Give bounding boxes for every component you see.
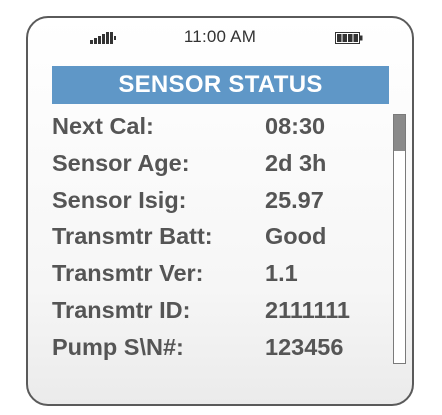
- status-row-value: 08:30: [265, 113, 326, 139]
- status-row-sensor-isig: Sensor Isig: 25.97: [52, 184, 382, 221]
- status-row-label: Transmtr Ver:: [52, 260, 204, 287]
- screen-title: SENSOR STATUS: [52, 66, 389, 104]
- status-row-transmitter-version: Transmtr Ver: 1.1: [52, 257, 382, 294]
- battery-full-icon: [335, 32, 363, 44]
- status-row-label: Transmtr ID:: [52, 296, 191, 323]
- scrollbar-thumb[interactable]: [394, 115, 405, 151]
- status-row-label: Sensor Isig:: [52, 186, 187, 213]
- status-row-value: Good: [265, 223, 327, 250]
- status-row-value: 2d 3h: [265, 149, 327, 176]
- status-row-sensor-age: Sensor Age: 2d 3h: [52, 147, 382, 184]
- status-row-label: Pump S\N#:: [52, 333, 184, 360]
- status-row-label: Sensor Age:: [52, 149, 190, 176]
- status-row-value: 1.1: [265, 260, 298, 287]
- status-row-value: 25.97: [265, 186, 324, 213]
- status-bar: 11:00 AM: [28, 26, 412, 50]
- status-list: Next Cal: 08:30 Sensor Age: 2d 3h Sensor…: [52, 110, 382, 368]
- status-row-transmitter-battery: Transmtr Batt: Good: [52, 220, 382, 257]
- status-row-value: 123456: [265, 333, 344, 360]
- pump-screen-frame: 11:00 AM SENSOR STATUS Next Cal: 08:30 S…: [26, 16, 414, 406]
- status-row-pump-serial: Pump S\N#: 123456: [52, 331, 382, 368]
- status-row-transmitter-id: Transmtr ID: 2111111: [52, 294, 382, 331]
- status-row-value: 2111111: [265, 296, 351, 323]
- status-row-label: Next Cal:: [52, 113, 154, 139]
- scrollbar[interactable]: [393, 114, 406, 364]
- status-row-label: Transmtr Batt:: [52, 223, 213, 250]
- status-row-next-cal: Next Cal: 08:30: [52, 110, 382, 147]
